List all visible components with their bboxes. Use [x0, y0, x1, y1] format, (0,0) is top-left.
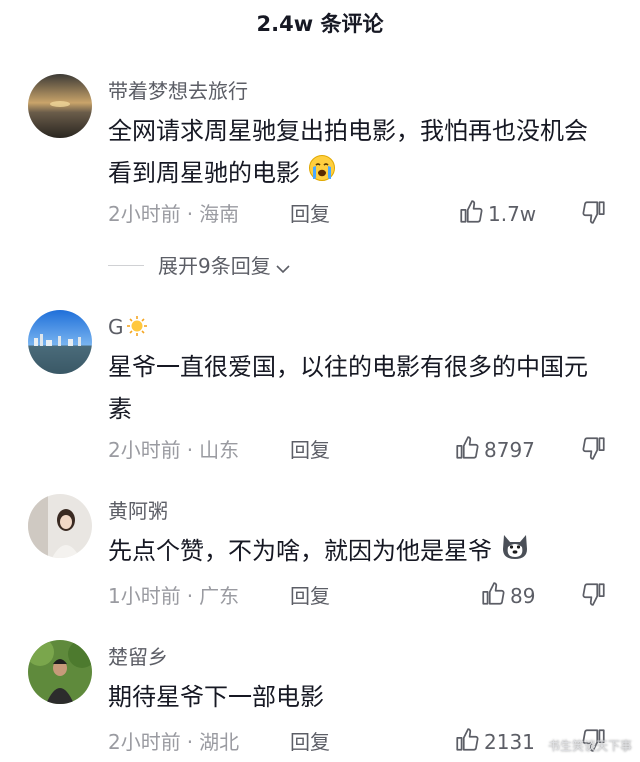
comment-text: 期待星爷下一部电影: [108, 683, 324, 711]
dislike-button[interactable]: [580, 435, 608, 465]
comment-time: 2小时前: [108, 202, 181, 226]
separator-dot: ·: [186, 438, 194, 462]
comment-text-body: 全网请求周星驰复出拍电影，我怕再也没机会看到周星驰的电影: [108, 117, 588, 187]
comments-header-title: 2.4w 条评论: [256, 12, 384, 36]
avatar[interactable]: [28, 494, 92, 558]
thumbs-up-icon: [480, 581, 510, 612]
like-count: 89: [510, 584, 536, 608]
thumbs-up-icon: [458, 199, 488, 230]
thumbs-down-icon: [581, 435, 607, 465]
divider-line: [108, 265, 144, 266]
comment-text: 全网请求周星驰复出拍电影，我怕再也没机会看到周星驰的电影: [108, 110, 608, 195]
avatar[interactable]: [28, 640, 92, 704]
separator-dot: ·: [186, 202, 194, 226]
reply-button[interactable]: 回复: [290, 582, 330, 610]
avatar[interactable]: [28, 74, 92, 138]
comment-time: 2小时前: [108, 730, 181, 754]
chevron-down-icon: [275, 254, 291, 282]
like-count: 2131: [484, 730, 535, 754]
like-button[interactable]: 8797: [454, 435, 535, 465]
crying-face-icon: [308, 153, 336, 195]
like-button[interactable]: 2131: [454, 727, 535, 757]
like-count: 1.7w: [488, 202, 537, 226]
dislike-button[interactable]: [580, 199, 608, 229]
separator-dot: ·: [186, 730, 194, 754]
sun-icon: [126, 315, 148, 343]
avatar[interactable]: [28, 310, 92, 374]
like-count: 8797: [484, 438, 535, 462]
like-button[interactable]: 89: [480, 581, 535, 611]
comment-location: 广东: [199, 584, 240, 608]
thumbs-down-icon: [581, 199, 607, 229]
comment-time: 2小时前: [108, 438, 181, 462]
thumbs-down-icon: [581, 581, 607, 611]
comment-meta: 2小时前 · 山东: [108, 436, 239, 464]
comment-time: 1小时前: [108, 584, 181, 608]
like-button[interactable]: 1.7w: [458, 199, 536, 229]
comment-meta: 1小时前 · 广东: [108, 582, 239, 610]
comment-text: 先点个赞，不为啥，就因为他是星爷: [108, 530, 608, 574]
username[interactable]: 带着梦想去旅行: [108, 78, 248, 104]
reply-button[interactable]: 回复: [290, 200, 330, 228]
comment-text: 星爷一直很爱国，以往的电影有很多的中国元素: [108, 353, 588, 423]
husky-dog-icon: [500, 531, 530, 574]
comment-location: 湖北: [199, 730, 240, 754]
thumbs-up-icon: [454, 727, 484, 758]
comment-text-body: 先点个赞，不为啥，就因为他是星爷: [108, 537, 492, 565]
username[interactable]: 黄阿粥: [108, 498, 168, 524]
reply-button[interactable]: 回复: [290, 728, 330, 756]
comment-meta: 2小时前 · 湖北: [108, 728, 239, 756]
reply-button[interactable]: 回复: [290, 436, 330, 464]
comment-location: 海南: [199, 202, 240, 226]
username[interactable]: G: [108, 314, 148, 343]
comment-location: 山东: [199, 438, 240, 462]
expand-replies-label: 展开9条回复: [158, 252, 291, 282]
thumbs-up-icon: [454, 435, 484, 466]
dislike-button[interactable]: [580, 581, 608, 611]
username[interactable]: 楚留乡: [108, 644, 168, 670]
comment-meta: 2小时前 · 海南: [108, 200, 239, 228]
watermark: 书生笑谈天下事: [547, 739, 632, 753]
separator-dot: ·: [186, 584, 194, 608]
